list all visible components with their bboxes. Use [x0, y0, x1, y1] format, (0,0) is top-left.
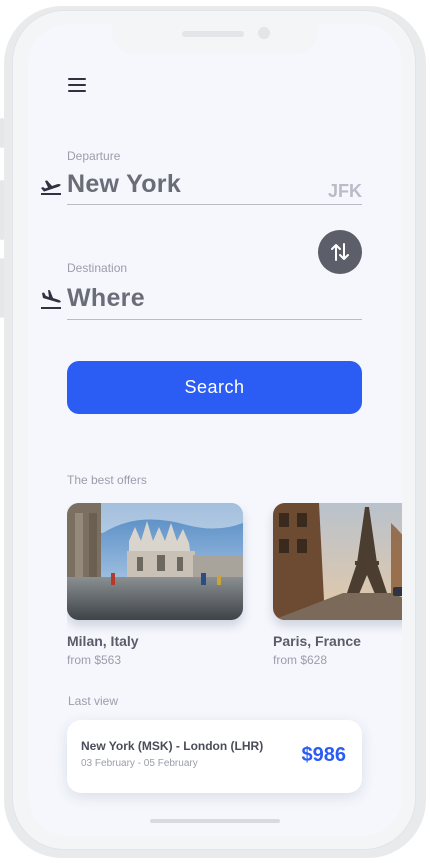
paris-photo — [273, 503, 402, 620]
speaker — [182, 31, 244, 37]
side-button — [0, 180, 4, 240]
side-button — [0, 258, 4, 318]
offers-carousel[interactable]: Milan, Italy from $563 Paris, France fro… — [67, 503, 402, 673]
last-view-price: $986 — [301, 744, 347, 766]
app-screen: Departure New York JFK Destination Where… — [28, 24, 402, 836]
last-view-title: Last view — [68, 694, 119, 708]
camera — [258, 27, 270, 39]
destination-underline — [67, 319, 362, 320]
last-view-route: New York (MSK) - London (LHR) — [81, 739, 264, 753]
swap-icon — [331, 243, 349, 261]
plane-takeoff-icon — [41, 180, 61, 195]
departure-underline — [67, 204, 362, 205]
side-button — [0, 118, 4, 148]
notch — [112, 24, 318, 54]
home-indicator[interactable] — [150, 819, 280, 823]
offer-card-milan[interactable]: Milan, Italy from $563 — [67, 503, 243, 667]
last-view-card[interactable]: New York (MSK) - London (LHR) 03 Februar… — [67, 720, 362, 793]
search-button[interactable]: Search — [67, 361, 362, 414]
offer-name: Paris, France — [273, 633, 361, 649]
destination-field[interactable]: Where — [67, 284, 145, 313]
departure-field[interactable]: New York — [67, 170, 181, 199]
swap-button[interactable] — [318, 230, 362, 274]
plane-landing-icon — [41, 290, 61, 309]
last-view-dates: 03 February - 05 February — [81, 758, 198, 769]
departure-code: JFK — [327, 181, 362, 201]
offer-price: from $628 — [273, 653, 328, 667]
offers-title: The best offers — [67, 473, 147, 487]
menu-icon[interactable] — [68, 78, 86, 92]
offer-card-paris[interactable]: Paris, France from $628 — [273, 503, 402, 667]
destination-label: Destination — [67, 261, 128, 275]
milan-photo — [67, 503, 243, 620]
offer-price: from $563 — [67, 653, 122, 667]
offer-name: Milan, Italy — [67, 633, 139, 649]
departure-label: Departure — [67, 149, 121, 163]
